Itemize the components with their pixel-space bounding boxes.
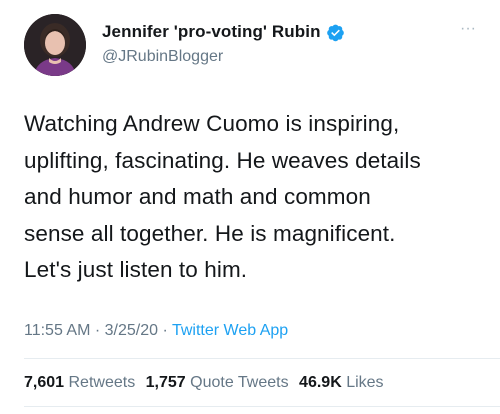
tweet-card: Jennifer 'pro-voting' Rubin @JRubinBlogg… [0,0,500,414]
author-handle[interactable]: @JRubinBlogger [102,48,223,66]
tweet-text-line: uplifting, fascinating. He weaves detail… [24,147,421,173]
tweet-date[interactable]: 3/25/20 [105,322,158,339]
quote-tweets-label: Quote Tweets [190,374,289,391]
tweet-text-line: Let's just listen to him. [24,257,248,282]
likes-count: 46.9K [299,374,342,391]
tweet-text-line: sense all together. He is magnificent. [24,220,396,246]
likes-stat[interactable]: 46.9K Likes [299,374,384,391]
author-name-row[interactable]: Jennifer 'pro-voting' Rubin [102,22,345,42]
tweet-text: Watching Andrew Cuomo is inspiring, upli… [24,106,484,289]
tweet-text-line: and humor and math and common [24,184,371,209]
verified-badge-icon [326,23,345,42]
avatar[interactable] [24,14,86,76]
quote-tweets-stat[interactable]: 1,757 Quote Tweets [146,374,289,391]
tweet-stats: 7,601 Retweets 1,757 Quote Tweets 46.9K … [24,374,390,392]
meta-separator: · [162,322,168,339]
likes-label: Likes [346,374,384,391]
divider [24,358,500,359]
divider [24,406,500,407]
retweets-stat[interactable]: 7,601 Retweets [24,374,135,391]
more-options-icon[interactable]: ··· [460,21,476,37]
tweet-time[interactable]: 11:55 AM [24,322,90,339]
tweet-source-link[interactable]: Twitter Web App [172,322,288,339]
retweets-label: Retweets [68,374,136,391]
retweets-count: 7,601 [24,374,65,391]
profile-photo-icon [24,14,86,76]
quote-tweets-count: 1,757 [145,374,186,391]
author-display-name[interactable]: Jennifer 'pro-voting' Rubin [102,22,321,42]
tweet-text-line: Watching Andrew Cuomo is inspiring, [24,111,400,136]
meta-separator: · [94,322,101,339]
tweet-meta: 11:55 AM · 3/25/20 · Twitter Web App [24,322,288,340]
